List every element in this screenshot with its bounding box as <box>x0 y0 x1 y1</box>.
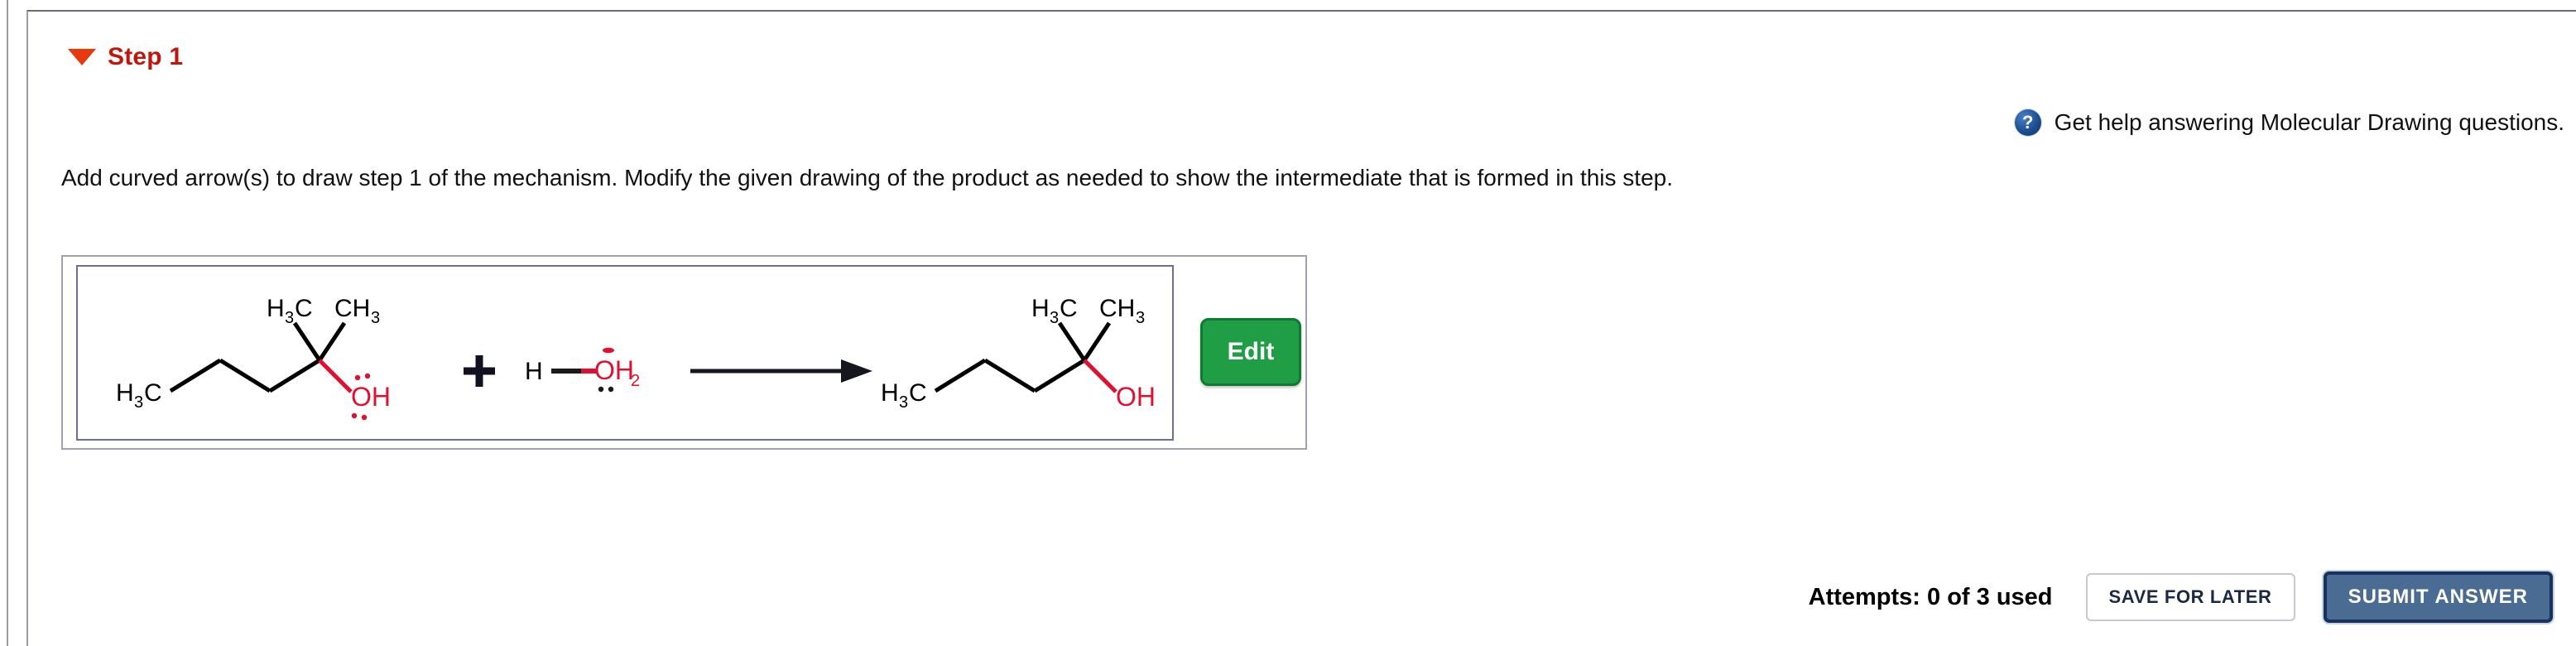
reactant-1-structure: H 3 C H 3 C CH 3 OH <box>116 295 391 421</box>
svg-text:OH: OH <box>594 355 634 385</box>
svg-text:3: 3 <box>134 393 143 412</box>
product-structure: H 3 C H 3 C CH 3 OH <box>881 295 1156 412</box>
save-for-later-button[interactable]: SAVE FOR LATER <box>2085 573 2295 621</box>
svg-text:H: H <box>116 379 134 407</box>
svg-text:3: 3 <box>899 393 908 412</box>
svg-text:C: C <box>1060 295 1078 322</box>
footer-actions: Attempts: 0 of 3 used SAVE FOR LATER SUB… <box>1809 571 2553 623</box>
question-mark-circle-icon[interactable]: ? <box>2014 109 2041 136</box>
plus-sign <box>464 355 495 387</box>
svg-text:C: C <box>144 379 162 407</box>
instruction-text: Add curved arrow(s) to draw step 1 of th… <box>61 165 1674 190</box>
help-link-label[interactable]: Get help answering Molecular Drawing que… <box>2055 109 2564 136</box>
svg-text:3: 3 <box>285 309 294 327</box>
submit-answer-button[interactable]: SUBMIT ANSWER <box>2323 571 2553 623</box>
svg-text:C: C <box>295 295 313 322</box>
svg-text:2: 2 <box>631 372 640 390</box>
reactant-2-structure: H OH 2 <box>525 347 640 393</box>
reaction-scheme: H 3 C H 3 C CH 3 OH H OH 2 H 3 C H 3 C C… <box>78 267 1172 439</box>
svg-text:CH: CH <box>1099 295 1135 322</box>
svg-text:H: H <box>267 295 285 322</box>
triangle-down-icon[interactable] <box>68 49 96 65</box>
svg-text:3: 3 <box>371 309 380 327</box>
svg-text:OH: OH <box>351 382 391 412</box>
svg-text:3: 3 <box>1136 309 1145 327</box>
attempts-status: Attempts: 0 of 3 used <box>1808 583 2053 610</box>
page-title: Step 1 <box>108 43 184 70</box>
molecular-drawing-canvas[interactable]: H 3 C H 3 C CH 3 OH H OH 2 H 3 C H 3 C C… <box>76 265 1174 441</box>
svg-text:C: C <box>909 379 927 407</box>
svg-text:3: 3 <box>1050 309 1059 327</box>
svg-text:H: H <box>525 358 543 385</box>
edit-button[interactable]: Edit <box>1200 318 1301 386</box>
step-header[interactable]: Step 1 <box>68 43 183 71</box>
question-panel: Step 1 ? Get help answering Molecular Dr… <box>26 10 2576 646</box>
page-frame: Step 1 ? Get help answering Molecular Dr… <box>7 0 2576 646</box>
molecular-drawing-container: H 3 C H 3 C CH 3 OH H OH 2 H 3 C H 3 C C… <box>61 255 1307 450</box>
svg-text:CH: CH <box>334 295 370 322</box>
reaction-arrow-icon <box>690 359 872 383</box>
svg-text:H: H <box>881 379 899 407</box>
svg-text:H: H <box>1031 295 1050 322</box>
help-link[interactable]: ? Get help answering Molecular Drawing q… <box>2014 109 2564 136</box>
svg-text:OH: OH <box>1116 382 1156 412</box>
